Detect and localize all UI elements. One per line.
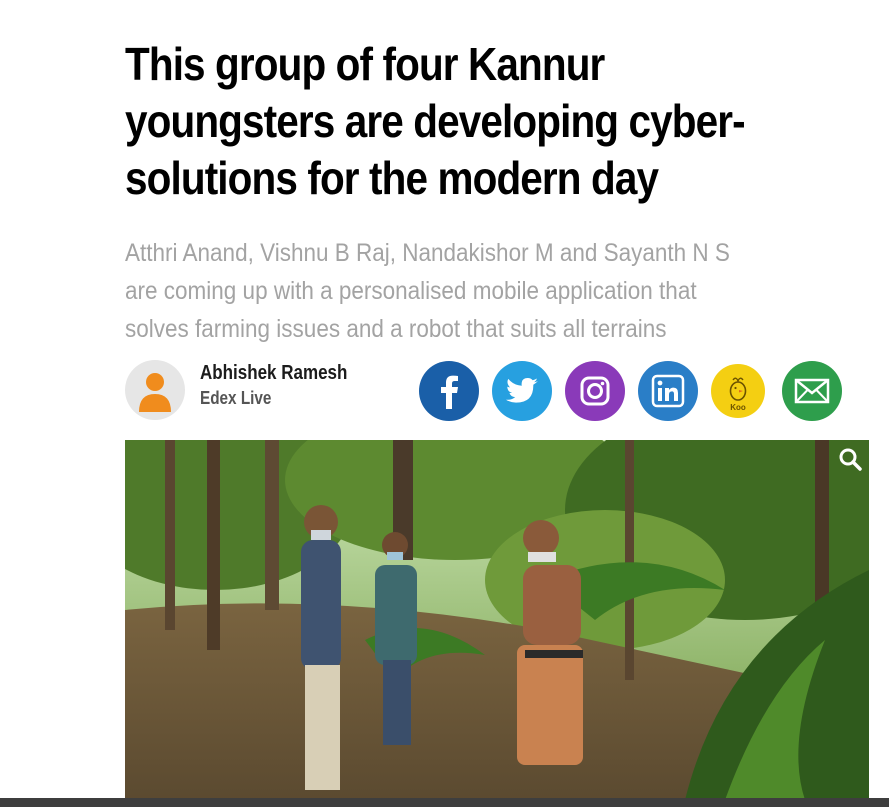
author-organization: Edex Live [200,388,272,408]
linkedin-icon [651,374,685,408]
person-silhouette-icon [139,373,171,412]
facebook-icon [441,375,458,409]
koo-icon: Koo [729,377,747,412]
koo-share-button[interactable]: Koo [711,364,765,418]
linkedin-share-button[interactable] [638,361,698,421]
forest-scene-illustration [125,440,869,800]
instagram-icon [580,376,610,406]
instagram-share-button[interactable] [565,361,625,421]
article-photo[interactable] [125,440,869,800]
article-subheadline: Atthri Anand, Vishnu B Raj, Nandakishor … [125,239,730,343]
koo-label: Koo [730,403,746,412]
article-headline: This group of four Kannur youngsters are… [125,38,746,204]
twitter-share-button[interactable] [492,361,552,421]
twitter-icon [506,378,538,403]
zoom-button[interactable] [837,446,863,472]
email-share-button[interactable] [782,361,842,421]
facebook-share-button[interactable] [419,361,479,421]
author-avatar [125,360,185,420]
envelope-icon [794,378,830,404]
share-bar: Koo [419,361,849,421]
magnifier-icon [839,448,862,471]
author-name[interactable]: Abhishek Ramesh [200,362,347,385]
bottom-bar [0,798,889,807]
